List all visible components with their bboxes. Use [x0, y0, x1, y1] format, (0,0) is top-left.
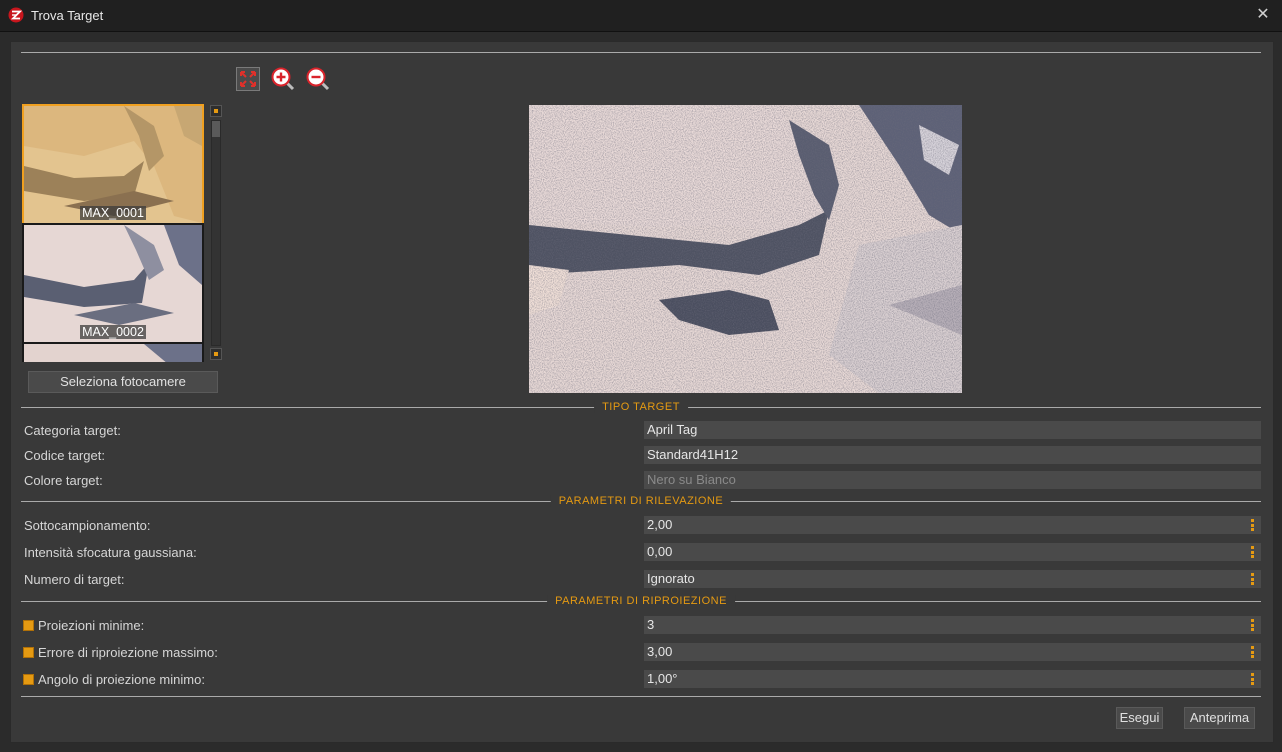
subsampling-field[interactable]: 2,00	[644, 516, 1261, 534]
run-button[interactable]: Esegui	[1116, 707, 1163, 729]
category-label: Categoria target:	[24, 423, 121, 438]
blur-field[interactable]: 0,00	[644, 543, 1261, 561]
color-field: Nero su Bianco	[644, 471, 1261, 489]
spinner-icon[interactable]	[1251, 546, 1254, 558]
section-rilevazione: PARAMETRI DI RILEVAZIONE	[21, 495, 1261, 509]
section-tipo-target: TIPO TARGET	[21, 401, 1261, 415]
section-title: PARAMETRI DI RIPROIEZIONE	[547, 595, 735, 607]
camera-thumbnail-image	[24, 344, 202, 362]
camera-thumbnail[interactable]	[22, 342, 204, 362]
subsampling-value: 2,00	[647, 517, 673, 532]
zoom-out-button[interactable]	[306, 67, 330, 91]
target-count-label: Numero di target:	[24, 572, 125, 587]
top-divider	[21, 52, 1261, 53]
camera-thumbnail-label: MAX_0002	[80, 325, 146, 339]
fit-to-window-icon	[236, 67, 260, 91]
title-bar: Trova Target ✕	[0, 0, 1282, 32]
subsampling-label: Sottocampionamento:	[24, 518, 151, 533]
max-error-value: 3,00	[647, 644, 673, 659]
min-projections-field[interactable]: 3	[644, 616, 1261, 634]
section-title: TIPO TARGET	[594, 401, 688, 413]
color-label: Colore target:	[24, 473, 103, 488]
target-count-value: Ignorato	[647, 571, 695, 586]
max-error-label: Errore di riproiezione massimo:	[38, 645, 218, 660]
spinner-icon[interactable]	[1251, 619, 1254, 631]
image-preview	[529, 105, 962, 393]
zoom-in-button[interactable]	[271, 67, 295, 91]
category-field[interactable]: April Tag	[644, 421, 1261, 439]
min-projections-checkbox[interactable]	[23, 620, 34, 631]
camera-thumbnail[interactable]: MAX_0001	[22, 104, 204, 225]
scroll-thumb[interactable]	[212, 121, 220, 137]
select-cameras-button[interactable]: Seleziona fotocamere	[28, 371, 218, 393]
min-projections-value: 3	[647, 617, 655, 632]
app-logo-icon	[8, 7, 24, 23]
min-angle-checkbox[interactable]	[23, 674, 34, 685]
spinner-icon[interactable]	[1251, 646, 1254, 658]
target-count-field[interactable]: Ignorato	[644, 570, 1261, 588]
section-riproiezione: PARAMETRI DI RIPROIEZIONE	[21, 595, 1261, 609]
blur-label: Intensità sfocatura gaussiana:	[24, 545, 197, 560]
min-angle-field[interactable]: 1,00°	[644, 670, 1261, 688]
section-title: PARAMETRI DI RILEVAZIONE	[550, 495, 732, 507]
blur-value: 0,00	[647, 544, 673, 559]
fit-to-window-button[interactable]	[236, 67, 260, 91]
spinner-icon[interactable]	[1251, 519, 1254, 531]
spinner-icon[interactable]	[1251, 673, 1254, 685]
zoom-out-icon	[306, 67, 330, 91]
close-button[interactable]: ✕	[1248, 1, 1278, 29]
min-angle-value: 1,00°	[647, 671, 678, 686]
camera-thumbnail-list[interactable]: MAX_0001 MAX_0002	[22, 104, 204, 362]
spinner-icon[interactable]	[1251, 573, 1254, 585]
max-error-checkbox[interactable]	[23, 647, 34, 658]
scroll-track[interactable]	[211, 120, 221, 346]
bottom-divider	[21, 696, 1261, 697]
thumbnail-scrollbar[interactable]	[209, 104, 223, 362]
zoom-in-icon	[271, 67, 295, 91]
scroll-up-button[interactable]	[210, 105, 222, 117]
max-error-field[interactable]: 3,00	[644, 643, 1261, 661]
code-label: Codice target:	[24, 448, 105, 463]
main-panel: MAX_0001 MAX_0002 Seleziona fotocamere T…	[10, 41, 1274, 743]
camera-thumbnail[interactable]: MAX_0002	[22, 223, 204, 344]
camera-thumbnail-label: MAX_0001	[80, 206, 146, 220]
min-projections-label: Proiezioni minime:	[38, 618, 145, 633]
min-angle-label: Angolo di proiezione minimo:	[38, 672, 205, 687]
preview-button[interactable]: Anteprima	[1184, 707, 1255, 729]
scroll-down-button[interactable]	[210, 348, 222, 360]
code-field[interactable]: Standard41H12	[644, 446, 1261, 464]
window-title: Trova Target	[31, 8, 104, 23]
